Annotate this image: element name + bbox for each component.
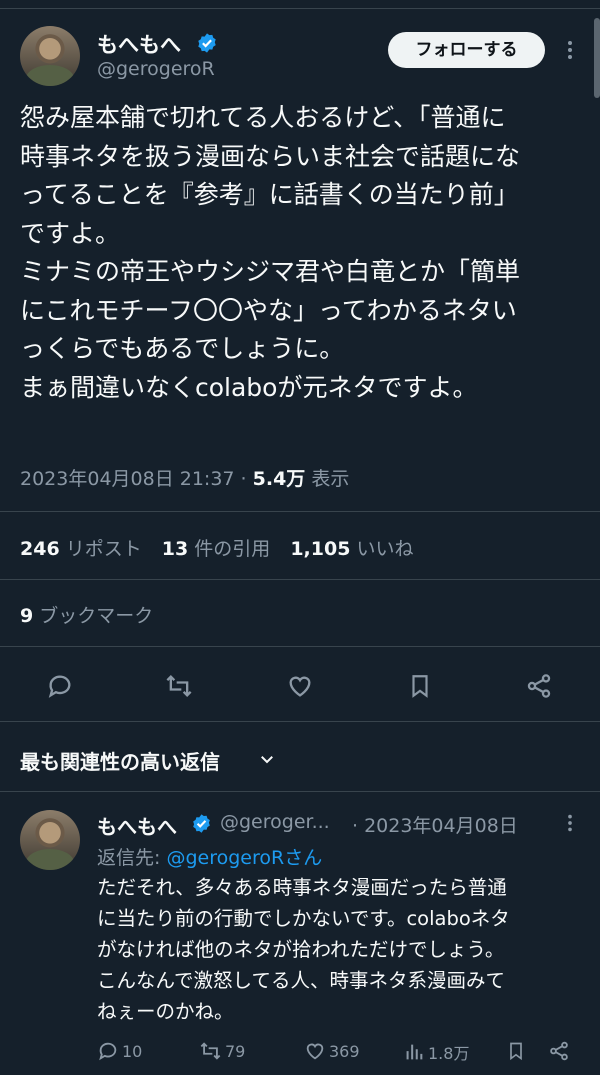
views-label: 表示 (305, 468, 350, 490)
like-icon (289, 676, 311, 697)
author-handle[interactable]: @gerogeroR (97, 58, 215, 80)
tweet-meta: 2023年04月08日 21:37 · 5.4万 表示 (20, 464, 349, 491)
bookmark-icon (412, 675, 428, 698)
divider (0, 721, 600, 722)
reply-author-name[interactable]: もへもへ (97, 811, 177, 840)
reply-avatar[interactable] (20, 810, 80, 870)
reply-text: ただそれ、多々ある時事ネタ漫画だったら普通 に当たり前の行動でしかないです。co… (97, 876, 510, 1023)
reply-count: 10 (122, 1041, 143, 1061)
reply-icon (48, 675, 71, 698)
reply-like-button[interactable]: 369 (304, 1040, 360, 1062)
reposts-stat[interactable]: 246 リポスト (20, 538, 142, 560)
reply-button[interactable] (42, 668, 78, 704)
follow-button[interactable]: フォローする (388, 32, 545, 68)
share-icon (527, 674, 551, 698)
meta-separator: · (234, 468, 253, 490)
chevron-down-icon[interactable] (258, 750, 276, 768)
repost-icon (166, 675, 192, 697)
share-icon (550, 1041, 568, 1061)
timestamp[interactable]: 2023年04月08日 21:37 (20, 468, 235, 490)
divider (0, 646, 600, 647)
verified-badge-icon (198, 33, 216, 53)
reply-reply-button[interactable]: 10 (97, 1040, 142, 1062)
bookmark-icon (510, 1042, 522, 1061)
more-options-icon[interactable] (560, 812, 580, 834)
reply-icon (99, 1042, 117, 1061)
view-count: 1.8万 (428, 1044, 470, 1063)
repost-button[interactable] (161, 668, 197, 704)
views-icon (406, 1044, 423, 1060)
like-count: 369 (329, 1041, 360, 1061)
top-divider (0, 0, 600, 9)
bookmarks-stat[interactable]: 9 ブックマーク (20, 601, 153, 628)
likes-stat[interactable]: 1,105 いいね (290, 538, 413, 560)
reply-to-handle-link[interactable]: @gerogeroRさん (166, 847, 322, 869)
tweet-text: 怨み屋本舗で切れてる人おるけど、「普通に 時事ネタを扱う漫画ならいま社会で話題に… (20, 103, 521, 402)
repost-count: 79 (225, 1041, 246, 1061)
more-options-icon[interactable] (560, 38, 580, 62)
reply-share-button[interactable] (548, 1040, 573, 1062)
quotes-stat[interactable]: 13 件の引用 (162, 538, 271, 560)
replies-sort-title[interactable]: 最も関連性の高い返信 (20, 746, 220, 775)
reply-date[interactable]: · 2023年04月08日 (352, 811, 518, 838)
author-name[interactable]: もへもへ (97, 29, 181, 59)
views-count: 5.4万 (252, 468, 306, 490)
reply-bookmark-button[interactable] (506, 1040, 529, 1062)
engagement-stats: 246 リポスト 13 件の引用 1,105 いいね (20, 534, 427, 561)
reply-repost-button[interactable]: 79 (199, 1040, 245, 1062)
share-button[interactable] (521, 668, 557, 704)
like-button[interactable] (282, 668, 318, 704)
repost-icon (200, 1042, 221, 1060)
divider (0, 511, 600, 512)
reply-views-button[interactable]: 1.8万 (403, 1040, 469, 1064)
verified-badge-icon (193, 814, 210, 833)
bookmark-button[interactable] (402, 668, 438, 704)
replying-to: 返信先: @gerogeroRさん (97, 847, 323, 869)
divider (0, 579, 600, 580)
divider (0, 791, 600, 792)
reply-author-handle[interactable]: @geroger... (220, 811, 330, 833)
like-icon (306, 1043, 324, 1060)
scrollbar[interactable] (594, 18, 600, 98)
avatar[interactable] (20, 26, 80, 86)
